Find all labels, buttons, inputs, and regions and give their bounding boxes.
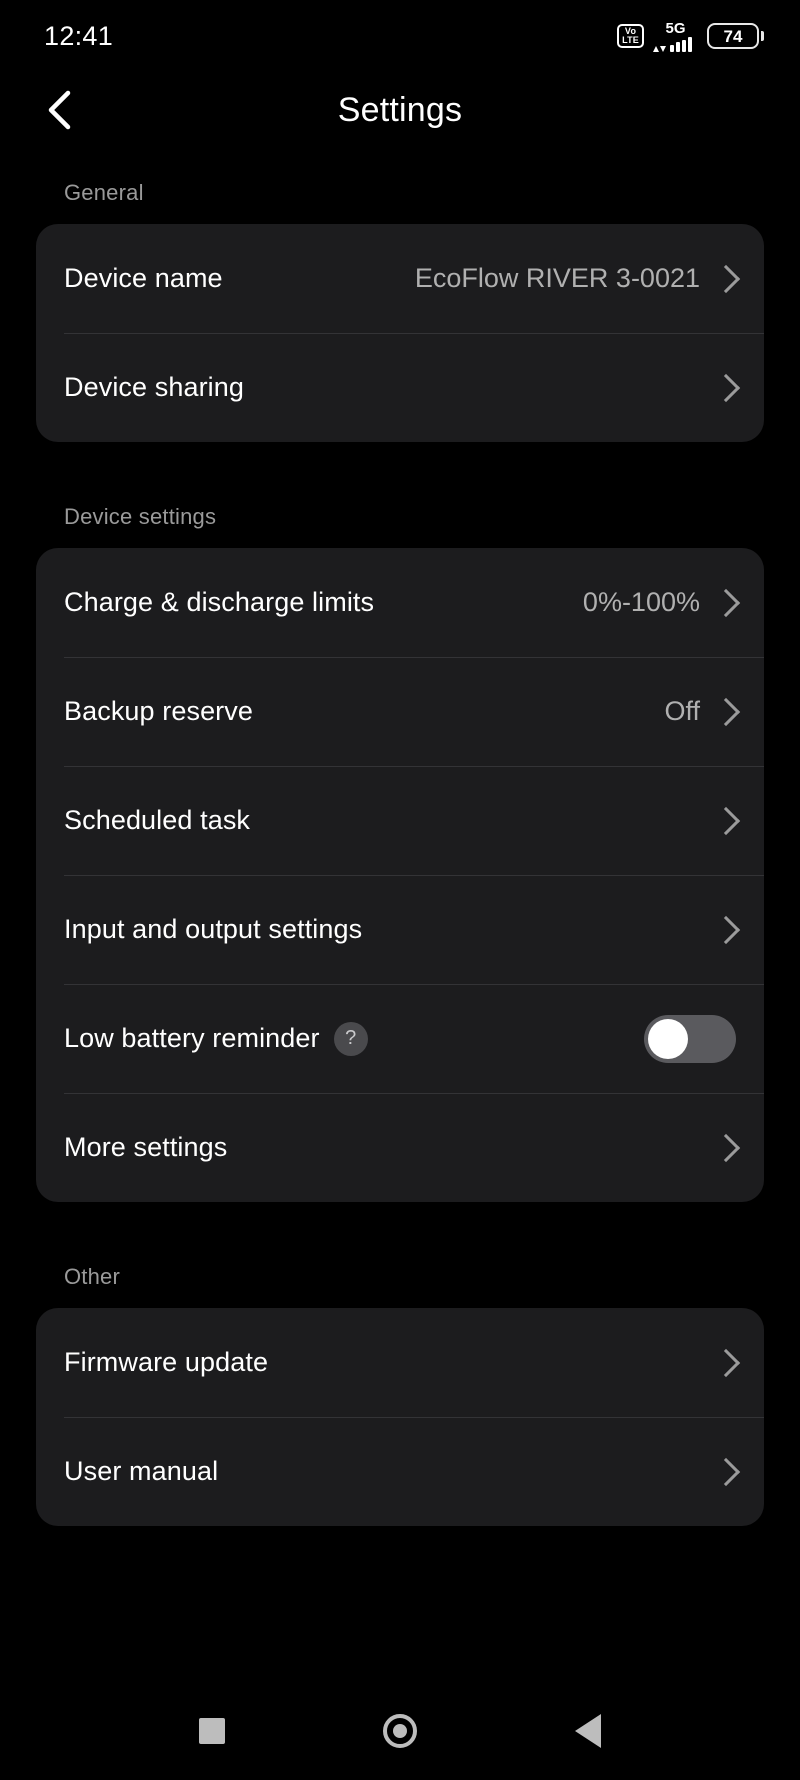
row-label: Firmware update: [64, 1347, 269, 1377]
card-general: Device name EcoFlow RIVER 3-0021 Device …: [36, 224, 764, 442]
card-device-settings: Charge & discharge limits 0%-100% Backup…: [36, 548, 764, 1202]
chevron-right-icon: [711, 806, 741, 835]
section-other: Other Firmware update User manual: [36, 1232, 764, 1526]
chevron-left-icon: [48, 90, 71, 130]
signal-bars-icon: [653, 36, 698, 52]
row-label: Charge & discharge limits: [64, 587, 375, 617]
chevron-right-icon: [711, 264, 741, 293]
row-input-output-settings[interactable]: Input and output settings: [36, 875, 764, 984]
row-device-sharing[interactable]: Device sharing: [36, 333, 764, 442]
row-label: Device sharing: [64, 372, 244, 402]
android-nav-bar: [0, 1682, 800, 1780]
section-label-device-settings: Device settings: [64, 504, 217, 529]
triangle-back-icon[interactable]: [575, 1714, 601, 1748]
section-general: General Device name EcoFlow RIVER 3-0021…: [36, 148, 764, 442]
battery-level-label: 74: [723, 26, 743, 46]
battery-icon: 74: [707, 23, 764, 49]
row-more-settings[interactable]: More settings: [36, 1093, 764, 1202]
chevron-right-icon: [711, 697, 741, 726]
low-battery-reminder-toggle[interactable]: [644, 1014, 736, 1063]
row-value: 0%-100%: [582, 587, 700, 617]
row-value: EcoFlow RIVER 3-0021: [414, 263, 700, 293]
row-backup-reserve[interactable]: Backup reserve Off: [36, 657, 764, 766]
status-clock: 12:41: [44, 20, 114, 51]
volte-icon: Vo LTE: [617, 24, 644, 48]
row-label: Scheduled task: [64, 805, 251, 835]
chevron-right-icon: [711, 373, 741, 402]
section-device-settings: Device settings Charge & discharge limit…: [36, 472, 764, 1202]
row-scheduled-task[interactable]: Scheduled task: [36, 766, 764, 875]
section-label-general: General: [64, 180, 144, 205]
row-label: More settings: [64, 1132, 228, 1162]
row-label: User manual: [64, 1456, 219, 1486]
status-bar: 12:41 Vo LTE 5G 74: [0, 0, 800, 72]
settings-content: General Device name EcoFlow RIVER 3-0021…: [0, 148, 800, 1526]
page-header: Settings: [0, 72, 800, 148]
data-arrows-icon: [653, 45, 666, 52]
card-other: Firmware update User manual: [36, 1308, 764, 1526]
row-label: Low battery reminder: [64, 1023, 320, 1053]
help-icon[interactable]: ?: [333, 1021, 368, 1056]
square-icon[interactable]: [199, 1718, 225, 1744]
network-type-label: 5G: [665, 19, 686, 37]
row-label-group: Low battery reminder ?: [64, 1021, 368, 1056]
volte-bottom-label: LTE: [622, 35, 639, 45]
row-low-battery-reminder[interactable]: Low battery reminder ?: [36, 984, 764, 1093]
row-device-name[interactable]: Device name EcoFlow RIVER 3-0021: [36, 224, 764, 333]
row-label: Backup reserve: [64, 696, 253, 726]
chevron-right-icon: [711, 915, 741, 944]
row-firmware-update[interactable]: Firmware update: [36, 1308, 764, 1417]
signal-icon: 5G: [653, 21, 698, 52]
status-indicators: Vo LTE 5G 74: [617, 21, 764, 52]
chevron-right-icon: [711, 1133, 741, 1162]
page-title: Settings: [337, 90, 463, 129]
circle-icon[interactable]: [383, 1714, 417, 1748]
chevron-right-icon: [711, 1457, 741, 1486]
row-label: Device name: [64, 263, 223, 293]
row-label: Input and output settings: [64, 914, 363, 944]
row-value: Off: [664, 696, 700, 726]
row-charge-discharge-limits[interactable]: Charge & discharge limits 0%-100%: [36, 548, 764, 657]
section-label-other: Other: [64, 1264, 121, 1289]
chevron-right-icon: [711, 588, 741, 617]
chevron-right-icon: [711, 1348, 741, 1377]
back-button[interactable]: [38, 88, 82, 132]
row-user-manual[interactable]: User manual: [36, 1417, 764, 1526]
toggle-knob: [648, 1018, 688, 1059]
